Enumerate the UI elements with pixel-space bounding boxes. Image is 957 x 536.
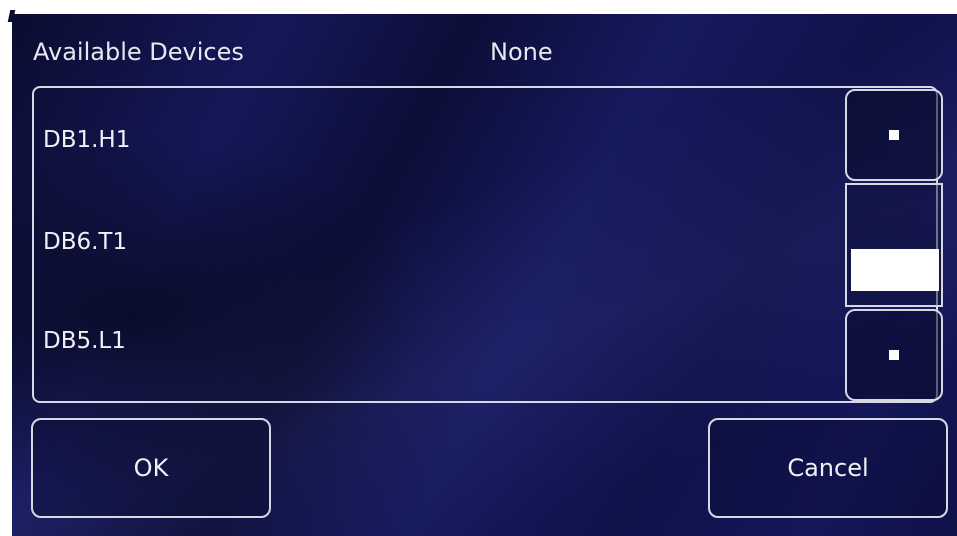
device-list-item[interactable]: DB5.L1 bbox=[43, 291, 833, 391]
scrollbar-thumb[interactable] bbox=[851, 249, 939, 291]
ok-button[interactable]: OK bbox=[31, 418, 271, 518]
scroll-down-icon bbox=[889, 350, 899, 360]
available-devices-label: Available Devices bbox=[33, 38, 244, 66]
device-list-item[interactable]: DB6.T1 bbox=[43, 192, 833, 292]
scroll-up-icon bbox=[889, 130, 899, 140]
cancel-button[interactable]: Cancel bbox=[708, 418, 948, 518]
scroll-down-button[interactable] bbox=[845, 309, 943, 401]
scrollbar-track[interactable] bbox=[845, 183, 943, 307]
selected-device-value: None bbox=[490, 38, 553, 66]
device-list-item[interactable]: DB1.H1 bbox=[43, 90, 833, 190]
device-list: DB1.H1 DB6.T1 DB5.L1 bbox=[32, 86, 938, 403]
scroll-up-button[interactable] bbox=[845, 89, 943, 181]
